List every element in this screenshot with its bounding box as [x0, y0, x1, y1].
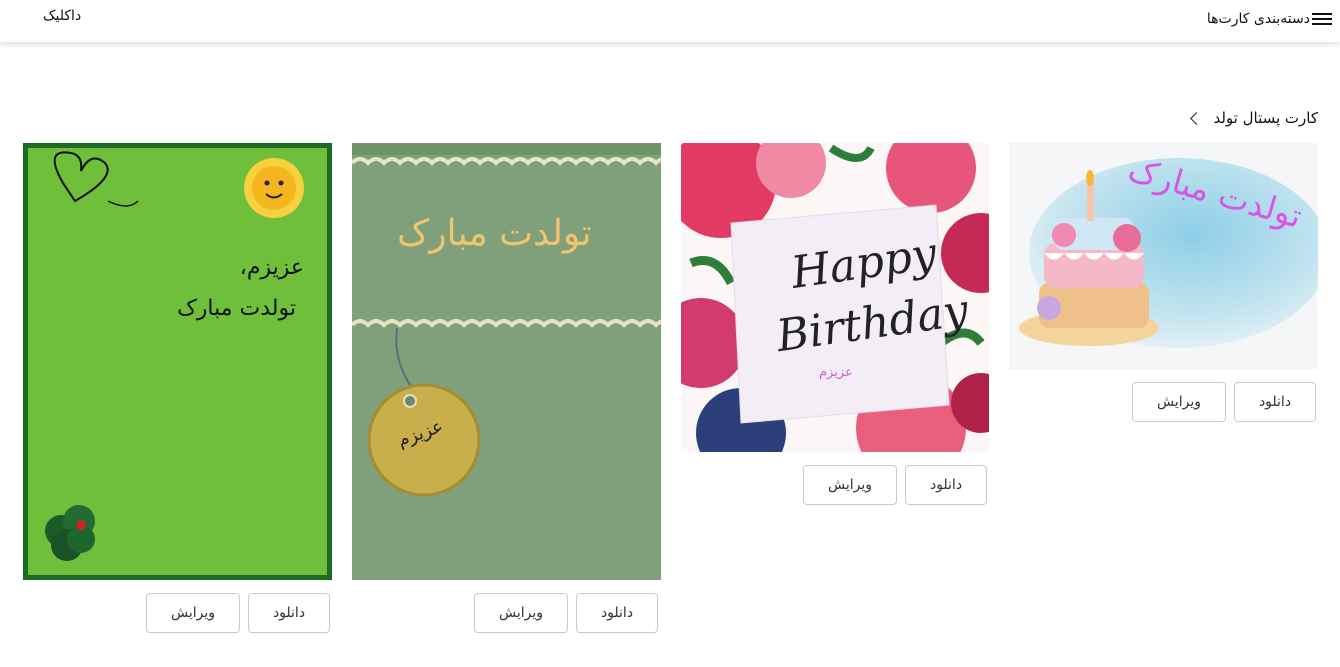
top-navbar: دسته‌بندی کارت‌ها داکلیک [0, 0, 1340, 42]
card-cake: تولدت مبارک ویرایش دانلود [1009, 143, 1318, 425]
edit-button[interactable]: ویرایش [1132, 382, 1226, 422]
download-button[interactable]: دانلود [248, 593, 330, 633]
categories-menu-label: دسته‌بندی کارت‌ها [1206, 11, 1310, 27]
edit-button[interactable]: ویرایش [803, 465, 897, 505]
edit-button[interactable]: ویرایش [474, 593, 568, 633]
breadcrumb-label: کارت پستال تولد [1213, 109, 1318, 127]
card-name: عزیزم [819, 365, 853, 380]
sage-illustration [352, 143, 661, 580]
categories-menu-button[interactable]: دسته‌بندی کارت‌ها [1207, 8, 1332, 30]
card-line1: عزیزم، [239, 255, 304, 280]
download-button[interactable]: دانلود [1234, 382, 1316, 422]
site-logo[interactable]: داکلیک [43, 8, 81, 24]
card-sage: تولدت مبارک عزیزم ویرایش دانلود [352, 143, 661, 637]
card-image-sage[interactable]: تولدت مبارک عزیزم [352, 143, 661, 580]
edit-button[interactable]: ویرایش [146, 593, 240, 633]
card-image-cake[interactable]: تولدت مبارک [1009, 143, 1318, 369]
card-flowers: Happy Birthday عزیزم ویرایش دانلود [681, 143, 989, 508]
download-button[interactable]: دانلود [905, 465, 987, 505]
card-image-flowers[interactable]: Happy Birthday عزیزم [681, 143, 989, 452]
card-image-green[interactable]: عزیزم، تولدت مبارک [23, 143, 332, 580]
hamburger-icon [1312, 11, 1332, 27]
breadcrumb: کارت پستال تولد [1190, 109, 1318, 127]
green-illustration [23, 143, 332, 580]
card-line2: تولدت مبارک [177, 296, 296, 321]
card-greeting: تولدت مبارک [397, 213, 592, 254]
download-button[interactable]: دانلود [576, 593, 658, 633]
card-green: عزیزم، تولدت مبارک ویرایش دانلود [23, 143, 332, 637]
chevron-right-icon[interactable] [1190, 111, 1204, 125]
